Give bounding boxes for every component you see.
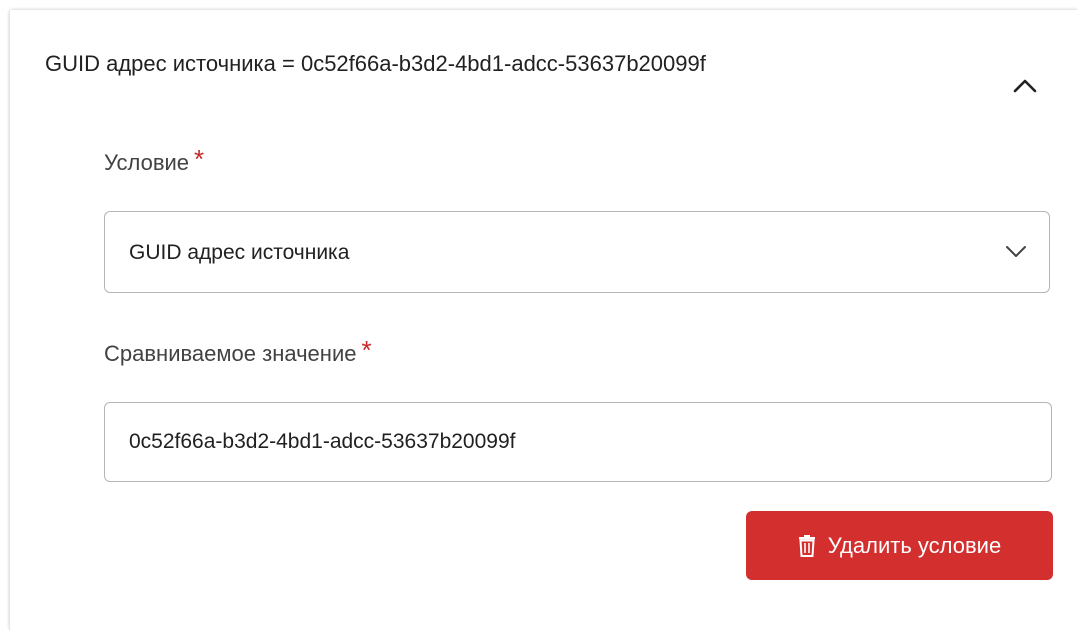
trash-icon [798,534,815,557]
required-star: * [194,144,205,174]
condition-panel-title: GUID адрес источника = 0c52f66a-b3d2-4bd… [45,51,706,76]
compare-value-input[interactable] [104,402,1052,482]
condition-select[interactable]: GUID адрес источника [104,211,1050,293]
condition-label-text: Условие [104,150,190,175]
compare-value-field-label: Сравниваемое значение * [104,335,372,368]
condition-panel-header[interactable]: GUID адрес источника = 0c52f66a-b3d2-4bd… [10,10,1077,114]
compare-value-label-text: Сравниваемое значение [104,341,357,366]
chevron-up-icon[interactable] [1012,78,1038,94]
delete-condition-button[interactable]: Удалить условие [746,511,1053,580]
required-star: * [361,335,372,365]
condition-select-value: GUID адрес источника [129,241,350,264]
delete-condition-label: Удалить условие [827,532,1002,558]
condition-field-label: Условие * [104,144,205,177]
chevron-down-icon [1006,246,1026,257]
